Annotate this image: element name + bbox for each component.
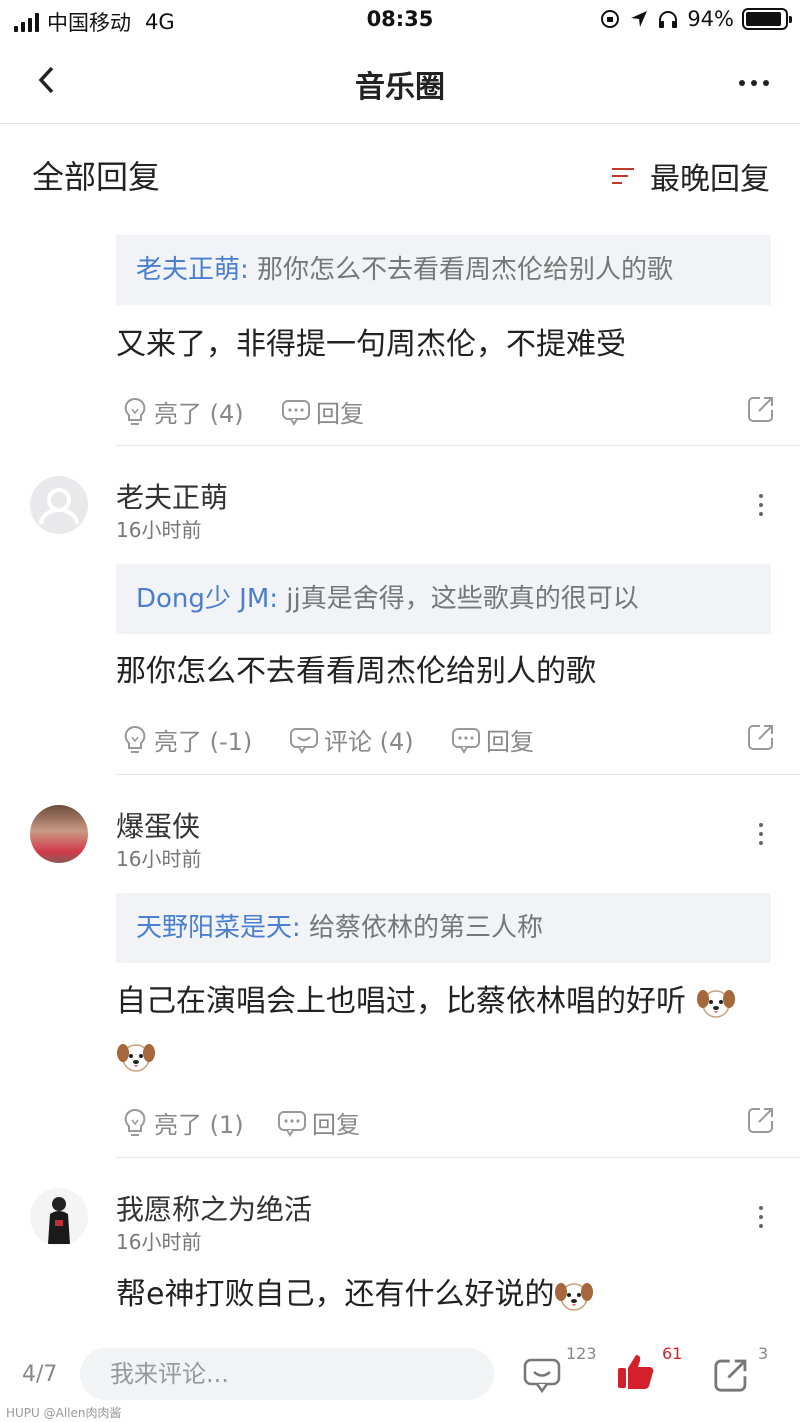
divider bbox=[116, 445, 800, 446]
avatar[interactable] bbox=[30, 805, 88, 863]
lightbulb-icon bbox=[124, 725, 146, 753]
sort-icon bbox=[612, 166, 638, 186]
location-icon bbox=[631, 11, 648, 27]
quoted-reply[interactable]: 天野阳菜是天: 给蔡依林的第三人称 bbox=[116, 893, 771, 963]
share-button[interactable] bbox=[746, 722, 776, 758]
quoted-username[interactable]: 老夫正萌: bbox=[136, 255, 249, 285]
comment-icon bbox=[290, 727, 318, 754]
quoted-username[interactable]: Dong少 JM: bbox=[136, 584, 278, 614]
share-count: 3 bbox=[758, 1344, 769, 1363]
comment-more-button[interactable] bbox=[758, 494, 764, 516]
share-icon bbox=[714, 1359, 747, 1392]
thumbs-up-icon bbox=[618, 1355, 654, 1389]
comment-icon bbox=[523, 1358, 561, 1394]
username[interactable]: 老夫正萌 bbox=[116, 476, 228, 516]
username[interactable]: 爆蛋侠 bbox=[116, 805, 200, 845]
dog-emoji-icon bbox=[696, 989, 735, 1018]
quoted-reply[interactable]: 老夫正萌: 那你怎么不去看看周杰伦给别人的歌 bbox=[116, 235, 771, 305]
dog-emoji-icon bbox=[117, 1043, 155, 1072]
headphones-icon bbox=[659, 11, 678, 28]
reply-icon bbox=[282, 399, 310, 426]
share-button[interactable] bbox=[746, 1105, 776, 1141]
reply-label: 回复 bbox=[316, 400, 364, 428]
username[interactable]: 我愿称之为绝活 bbox=[116, 1188, 312, 1228]
divider bbox=[116, 774, 800, 775]
share-icon bbox=[748, 397, 773, 422]
status-bar: 中国移动 4G 08:35 94% bbox=[0, 0, 800, 40]
page-title: 音乐圈 bbox=[355, 70, 445, 105]
share-thread-button[interactable] bbox=[712, 1356, 750, 1398]
like-button[interactable]: 亮了 (1) bbox=[120, 1105, 244, 1140]
share-button[interactable] bbox=[746, 394, 776, 430]
quoted-text: jj真是舍得，这些歌真的很可以 bbox=[278, 584, 639, 614]
quoted-text: 给蔡依林的第三人称 bbox=[300, 913, 544, 943]
comments-count-button[interactable] bbox=[522, 1356, 562, 1398]
reply-label: 回复 bbox=[486, 728, 534, 756]
avatar-figure bbox=[48, 1197, 70, 1244]
quoted-reply[interactable]: Dong少 JM: jj真是舍得，这些歌真的很可以 bbox=[116, 564, 771, 634]
comments-button[interactable]: 评论 (4) bbox=[288, 722, 414, 757]
comment-time: 16小时前 bbox=[116, 847, 202, 871]
more-icon bbox=[739, 80, 769, 86]
nav-bar: 音乐圈 bbox=[0, 40, 800, 124]
battery-icon bbox=[742, 8, 792, 30]
all-replies-label: 全部回复 bbox=[32, 158, 161, 196]
sort-toggle[interactable]: 最晚回复 bbox=[612, 154, 770, 198]
comment-body: 又来了，非得提一句周杰伦，不提难受 bbox=[116, 327, 626, 362]
quoted-username[interactable]: 天野阳菜是天: bbox=[136, 913, 301, 943]
comment-actions: 亮了 (4) 回复 bbox=[116, 394, 776, 434]
more-options-button[interactable] bbox=[738, 62, 770, 95]
lightbulb-icon bbox=[124, 397, 146, 425]
quoted-text: 那你怎么不去看看周杰伦给别人的歌 bbox=[248, 255, 674, 285]
comment-input[interactable]: 我来评论... bbox=[80, 1348, 494, 1400]
divider bbox=[116, 1157, 800, 1158]
default-avatar-icon bbox=[39, 488, 79, 525]
sort-label: 最晚回复 bbox=[650, 162, 770, 197]
like-thread-button[interactable] bbox=[616, 1352, 656, 1396]
page-indicator[interactable]: 4/7 bbox=[22, 1362, 57, 1387]
comments-count: 123 bbox=[566, 1344, 597, 1363]
like-button[interactable]: 亮了 (4) bbox=[120, 394, 244, 429]
comment-body: 自己在演唱会上也唱过，比蔡依林唱的好听 bbox=[116, 975, 776, 1083]
comment-count: 评论 (4) bbox=[324, 728, 414, 756]
like-count: 亮了 (-1) bbox=[154, 728, 253, 756]
like-button[interactable]: 亮了 (-1) bbox=[120, 722, 252, 757]
comment-time: 16小时前 bbox=[116, 518, 202, 542]
reply-button[interactable]: 回复 bbox=[280, 394, 364, 429]
reply-icon bbox=[452, 727, 480, 754]
dog-emoji-icon bbox=[555, 1282, 594, 1311]
reply-button[interactable]: 回复 bbox=[276, 1105, 360, 1140]
avatar[interactable] bbox=[30, 476, 88, 534]
rotation-lock-icon bbox=[601, 10, 620, 28]
comment-body: 帮e神打败自己，还有什么好说的 bbox=[116, 1268, 776, 1322]
reply-icon bbox=[278, 1110, 306, 1137]
comment-text: 帮e神打败自己，还有什么好说的 bbox=[116, 1277, 555, 1312]
comment-more-button[interactable] bbox=[758, 1206, 764, 1228]
comment-body: 那你怎么不去看看周杰伦给别人的歌 bbox=[116, 654, 596, 689]
share-icon bbox=[748, 725, 773, 750]
likes-count: 61 bbox=[662, 1344, 683, 1363]
watermark: HUPU @Allen肉肉酱 bbox=[6, 1406, 122, 1420]
reply-label: 回复 bbox=[312, 1111, 360, 1139]
comment-text: 自己在演唱会上也唱过，比蔡依林唱的好听 bbox=[116, 984, 686, 1019]
comment-actions: 亮了 (1) 回复 bbox=[116, 1105, 776, 1145]
comment-actions: 亮了 (-1) 评论 (4) 回复 bbox=[116, 722, 776, 762]
like-count: 亮了 (1) bbox=[154, 1111, 244, 1139]
battery-percent: 94% bbox=[687, 7, 734, 31]
comment-more-button[interactable] bbox=[758, 823, 764, 845]
avatar[interactable] bbox=[30, 1188, 88, 1246]
lightbulb-icon bbox=[124, 1108, 146, 1136]
like-count: 亮了 (4) bbox=[154, 400, 244, 428]
comment-time: 16小时前 bbox=[116, 1230, 202, 1254]
reply-button[interactable]: 回复 bbox=[450, 722, 534, 757]
replies-header: 全部回复 最晚回复 bbox=[0, 124, 800, 224]
share-icon bbox=[748, 1108, 773, 1133]
